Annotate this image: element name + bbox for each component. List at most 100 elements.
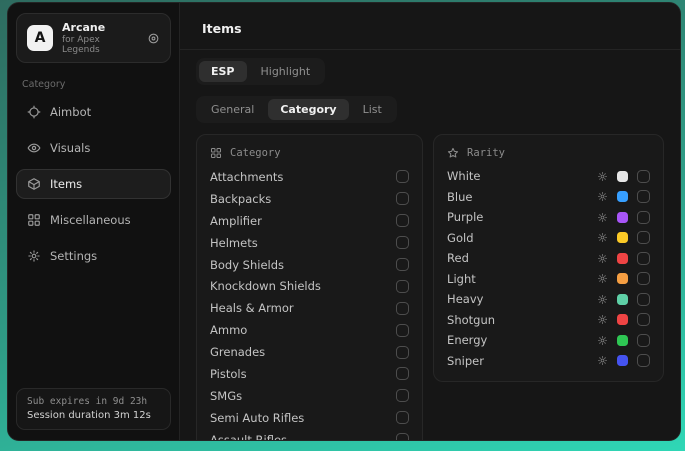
category-checkbox[interactable] xyxy=(396,280,409,293)
tab-category[interactable]: Category xyxy=(268,99,348,120)
category-checkbox[interactable] xyxy=(396,433,409,440)
rarity-gear-icon[interactable] xyxy=(597,253,608,264)
rarity-label: Gold xyxy=(447,231,473,245)
category-checkbox[interactable] xyxy=(396,214,409,227)
category-checkbox[interactable] xyxy=(396,367,409,380)
rarity-checkbox[interactable] xyxy=(637,252,650,265)
category-label: Amplifier xyxy=(210,214,262,228)
rarity-label: Energy xyxy=(447,333,487,347)
rarity-checkbox[interactable] xyxy=(637,211,650,224)
rarity-gear-icon[interactable] xyxy=(597,355,608,366)
category-label: Knockdown Shields xyxy=(210,279,321,293)
rarity-color-swatch[interactable] xyxy=(617,212,628,223)
rarity-gear-icon[interactable] xyxy=(597,273,608,284)
tab-general[interactable]: General xyxy=(199,99,266,120)
rarity-gear-icon[interactable] xyxy=(597,314,608,325)
panels: Category Attachments Backpacks xyxy=(196,134,664,440)
rarity-list: White Blue xyxy=(447,166,650,371)
rarity-controls xyxy=(597,231,650,244)
rarity-label: Heavy xyxy=(447,292,483,306)
sidebar-item-settings[interactable]: Settings xyxy=(16,241,171,271)
category-row: Body Shields xyxy=(210,254,409,276)
category-checkbox[interactable] xyxy=(396,170,409,183)
rarity-row: Red xyxy=(447,248,650,269)
category-row: Helmets xyxy=(210,232,409,254)
category-label: Assault Rifles xyxy=(210,433,287,440)
rarity-color-swatch[interactable] xyxy=(617,355,628,366)
sidebar-item-aimbot[interactable]: Aimbot xyxy=(16,97,171,127)
rarity-label: White xyxy=(447,169,480,183)
rarity-gear-icon[interactable] xyxy=(597,232,608,243)
rarity-color-swatch[interactable] xyxy=(617,294,628,305)
category-checkbox[interactable] xyxy=(396,389,409,402)
tab-esp[interactable]: ESP xyxy=(199,61,247,82)
rarity-checkbox[interactable] xyxy=(637,334,650,347)
rarity-controls xyxy=(597,293,650,306)
category-row: Grenades xyxy=(210,341,409,363)
page-title: Items xyxy=(202,21,242,36)
rarity-gear-icon[interactable] xyxy=(597,171,608,182)
session-duration-text: Session duration 3m 12s xyxy=(27,410,160,421)
category-panel: Category Attachments Backpacks xyxy=(196,134,423,440)
sidebar: A Arcane for Apex Legends Category Aimbo… xyxy=(8,3,180,440)
rarity-gear-icon[interactable] xyxy=(597,191,608,202)
rarity-checkbox[interactable] xyxy=(637,272,650,285)
category-label: Heals & Armor xyxy=(210,301,294,315)
rarity-checkbox[interactable] xyxy=(637,313,650,326)
category-row: Ammo xyxy=(210,319,409,341)
rarity-gear-icon[interactable] xyxy=(597,212,608,223)
sidebar-item-visuals[interactable]: Visuals xyxy=(16,133,171,163)
rarity-panel-header: Rarity xyxy=(447,143,650,166)
category-checkbox[interactable] xyxy=(396,192,409,205)
rarity-controls xyxy=(597,252,650,265)
gear-icon xyxy=(27,249,41,263)
category-checkbox[interactable] xyxy=(396,302,409,315)
rarity-controls xyxy=(597,211,650,224)
category-row: Assault Rifles xyxy=(210,429,409,440)
category-row: Pistols xyxy=(210,363,409,385)
category-panel-title: Category xyxy=(230,147,281,159)
rarity-color-swatch[interactable] xyxy=(617,273,628,284)
sidebar-item-items[interactable]: Items xyxy=(16,169,171,199)
rarity-checkbox[interactable] xyxy=(637,354,650,367)
tab-list[interactable]: List xyxy=(351,99,394,120)
header-target-icon[interactable] xyxy=(147,32,160,45)
rarity-label: Blue xyxy=(447,190,472,204)
rarity-gear-icon[interactable] xyxy=(597,294,608,305)
category-label: Semi Auto Rifles xyxy=(210,411,304,425)
rarity-row: Sniper xyxy=(447,351,650,372)
category-checkbox[interactable] xyxy=(396,411,409,424)
rarity-controls xyxy=(597,313,650,326)
rarity-checkbox[interactable] xyxy=(637,293,650,306)
rarity-controls xyxy=(597,354,650,367)
star-icon xyxy=(447,147,459,159)
rarity-gear-icon[interactable] xyxy=(597,335,608,346)
rarity-color-swatch[interactable] xyxy=(617,335,628,346)
rarity-label: Shotgun xyxy=(447,313,495,327)
rarity-color-swatch[interactable] xyxy=(617,314,628,325)
sidebar-item-label: Settings xyxy=(50,249,97,263)
grid-icon xyxy=(27,213,41,227)
tab-highlight[interactable]: Highlight xyxy=(249,61,323,82)
rarity-controls xyxy=(597,334,650,347)
category-label: Backpacks xyxy=(210,192,271,206)
rarity-checkbox[interactable] xyxy=(637,170,650,183)
rarity-label: Sniper xyxy=(447,354,484,368)
category-label: Ammo xyxy=(210,323,247,337)
category-label: Pistols xyxy=(210,367,247,381)
rarity-color-swatch[interactable] xyxy=(617,191,628,202)
rarity-checkbox[interactable] xyxy=(637,190,650,203)
main-content: Items ESP Highlight General Category Lis… xyxy=(180,3,680,440)
category-checkbox[interactable] xyxy=(396,258,409,271)
category-checkbox[interactable] xyxy=(396,324,409,337)
rarity-color-swatch[interactable] xyxy=(617,171,628,182)
rarity-row: Shotgun xyxy=(447,310,650,331)
sidebar-item-miscellaneous[interactable]: Miscellaneous xyxy=(16,205,171,235)
category-checkbox[interactable] xyxy=(396,236,409,249)
category-checkbox[interactable] xyxy=(396,346,409,359)
rarity-color-swatch[interactable] xyxy=(617,253,628,264)
rarity-color-swatch[interactable] xyxy=(617,232,628,243)
rarity-row: Gold xyxy=(447,228,650,249)
mode-tabs: ESP Highlight xyxy=(196,58,664,85)
rarity-checkbox[interactable] xyxy=(637,231,650,244)
